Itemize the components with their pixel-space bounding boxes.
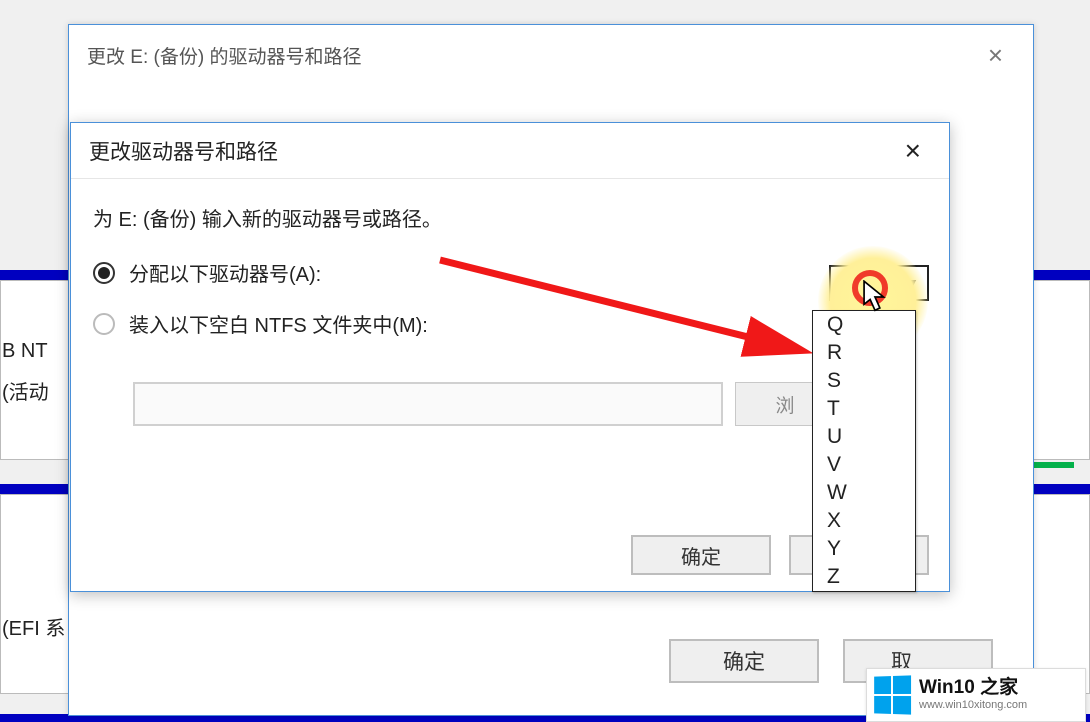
drive-letter-option[interactable]: R xyxy=(813,339,915,367)
mount-path-input xyxy=(133,382,723,426)
radio-checked-icon[interactable] xyxy=(93,262,115,284)
drive-letter-dropdown[interactable]: E ▼ xyxy=(829,265,929,301)
outer-ok-button[interactable]: 确定 xyxy=(669,639,819,683)
drive-letter-options-list[interactable]: QRSTUVWXYZ xyxy=(812,310,916,592)
windows-logo-icon xyxy=(874,675,911,714)
radio-mount-folder-row[interactable]: 装入以下空白 NTFS 文件夹中(M): xyxy=(93,309,927,338)
bg-efi-label: (EFI 系 xyxy=(2,612,65,641)
radio-assign-label: 分配以下驱动器号(A): xyxy=(129,258,321,287)
drive-letter-option[interactable]: Q xyxy=(813,311,915,339)
drive-letter-option[interactable]: V xyxy=(813,451,915,479)
watermark-url: www.win10xitong.com xyxy=(919,699,1027,712)
drive-letter-option[interactable]: Z xyxy=(813,563,915,591)
inner-titlebar[interactable]: 更改驱动器号和路径 × xyxy=(71,123,949,179)
bg-partition-label-1: B NT xyxy=(2,340,48,363)
drive-letter-option[interactable]: S xyxy=(813,367,915,395)
drive-letter-value: E xyxy=(831,272,897,295)
drive-letter-option[interactable]: X xyxy=(813,507,915,535)
inner-ok-button[interactable]: 确定 xyxy=(631,535,771,575)
radio-mount-label: 装入以下空白 NTFS 文件夹中(M): xyxy=(129,309,428,338)
radio-assign-letter-row[interactable]: 分配以下驱动器号(A): xyxy=(93,258,927,287)
chevron-down-icon: ▼ xyxy=(897,275,927,291)
close-icon[interactable]: × xyxy=(976,34,1015,77)
prompt-text: 为 E: (备份) 输入新的驱动器号或路径。 xyxy=(93,203,927,232)
close-icon[interactable]: × xyxy=(895,131,931,171)
radio-unchecked-icon[interactable] xyxy=(93,313,115,335)
outer-dialog-title: 更改 E: (备份) 的驱动器号和路径 xyxy=(87,42,976,69)
outer-titlebar[interactable]: 更改 E: (备份) 的驱动器号和路径 × xyxy=(69,25,1033,85)
bg-partition-label-2: (活动 xyxy=(2,376,49,405)
drive-letter-option[interactable]: W xyxy=(813,479,915,507)
watermark-title: Win10 之家 xyxy=(919,678,1027,697)
drive-letter-option[interactable]: T xyxy=(813,395,915,423)
inner-dialog-title: 更改驱动器号和路径 xyxy=(89,136,895,166)
drive-letter-option[interactable]: U xyxy=(813,423,915,451)
drive-letter-option[interactable]: Y xyxy=(813,535,915,563)
watermark-badge: Win10 之家 www.win10xitong.com xyxy=(866,668,1086,722)
